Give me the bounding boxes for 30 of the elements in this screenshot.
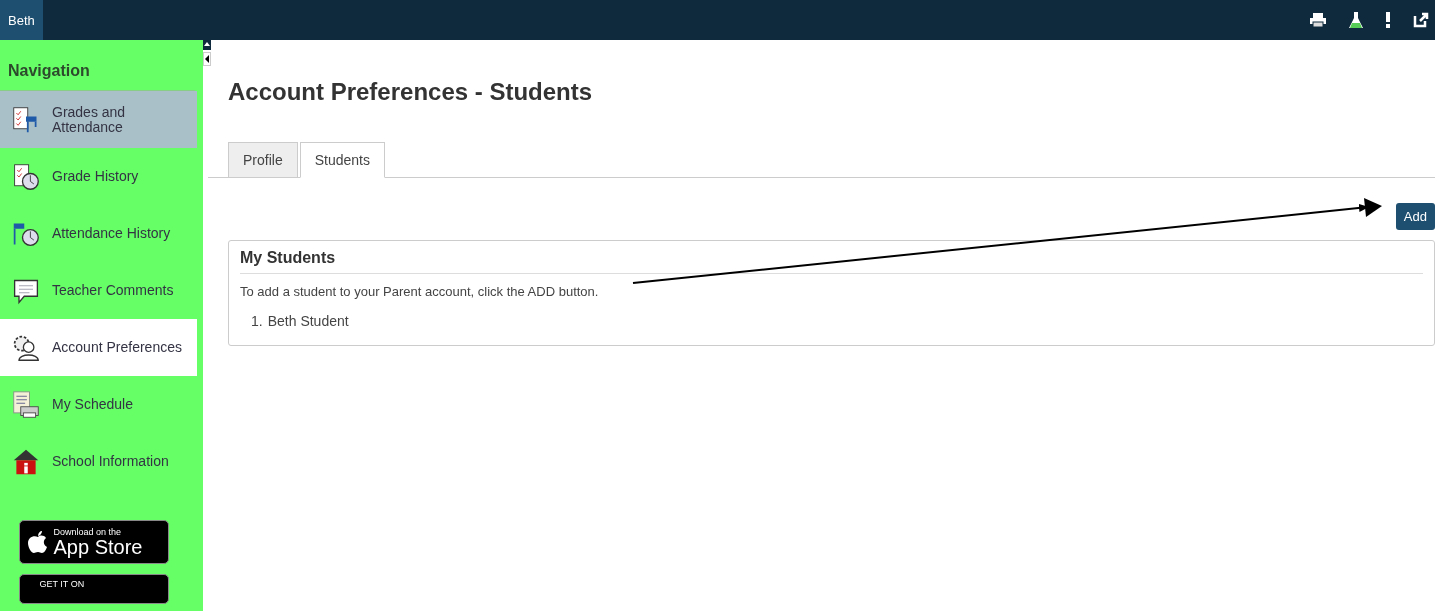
nav-item[interactable]: My Schedule — [0, 376, 197, 433]
panel-title: My Students — [240, 249, 1423, 274]
collapse-up-icon[interactable] — [203, 40, 211, 50]
nav-item[interactable]: Grades and Attendance — [0, 91, 197, 148]
checklist-icon — [12, 105, 40, 134]
nav-item[interactable]: Teacher Comments — [0, 262, 197, 319]
gear-person-icon — [12, 333, 40, 362]
page-title: Account Preferences - Students — [228, 78, 594, 106]
instruction-text: To add a student to your Parent account, click the ADD button. — [240, 284, 600, 299]
nav-item[interactable]: School Information — [0, 433, 197, 490]
add-button[interactable]: Add — [1395, 203, 1435, 230]
apple-logo-icon — [27, 530, 48, 554]
exclamation-icon[interactable] — [1385, 12, 1391, 28]
printer-icon[interactable] — [1309, 12, 1327, 28]
google-play-badge[interactable]: GET IT ON — [18, 574, 169, 604]
tab[interactable]: Students — [299, 142, 385, 178]
app-store-badge[interactable]: Download on the App Store — [18, 520, 169, 564]
tab[interactable]: Profile — [228, 142, 298, 178]
list-number: 1. — [251, 313, 263, 329]
nav-item[interactable]: Grade History — [0, 148, 197, 205]
student-name: Beth Student — [267, 313, 349, 329]
collapse-left-icon[interactable] — [203, 52, 211, 66]
house-icon — [12, 447, 40, 476]
external-link-icon[interactable] — [1413, 12, 1429, 28]
nav-item[interactable]: Account Preferences — [0, 319, 197, 376]
schedule-printer-icon — [12, 390, 40, 419]
checklist-clock-icon — [12, 162, 40, 191]
flask-icon[interactable] — [1349, 11, 1363, 29]
nav-item[interactable]: Attendance History — [0, 205, 197, 262]
user-name[interactable]: Beth — [0, 0, 43, 40]
